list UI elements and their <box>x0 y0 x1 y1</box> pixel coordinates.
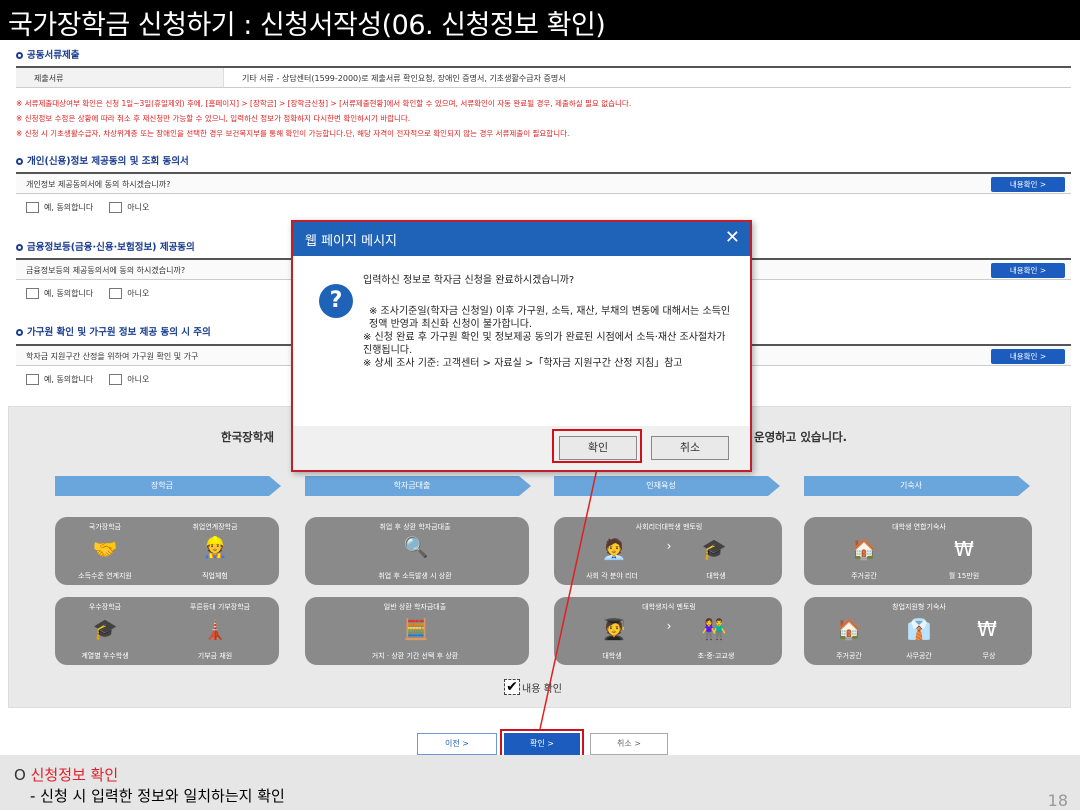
close-icon[interactable]: ✕ <box>725 227 740 248</box>
dialog-cancel-button[interactable]: 취소 <box>651 436 729 460</box>
footer-line-2: - 신청 시 입력한 정보와 일치하는지 확인 <box>30 785 285 806</box>
circle-marker: O <box>14 766 26 784</box>
question-icon: ? <box>319 284 353 318</box>
dialog-titlebar: 웹 페이지 메시지 ✕ <box>293 222 750 256</box>
dialog-note-3: ※ 상세 조사 기준: 고객센터 > 자료실 >「학자금 지원구간 산정 지침」… <box>363 357 733 370</box>
dialog-body: 입력하신 정보로 학자금 신청을 완료하시겠습니까? ※ 조사기준일(학자금 신… <box>363 274 733 370</box>
highlight-dialog-ok <box>552 429 642 463</box>
page-number: 18 <box>1048 791 1068 810</box>
dialog-question: 입력하신 정보로 학자금 신청을 완료하시겠습니까? <box>363 274 733 287</box>
dialog-note-2: ※ 신청 완료 후 가구원 확인 및 정보제공 동의가 완료된 시점에서 소득·… <box>363 331 733 357</box>
footer: O 신청정보 확인 - 신청 시 입력한 정보와 일치하는지 확인 18 <box>0 755 1080 810</box>
dialog-note-1: ※ 조사기준일(학자금 신청일) 이후 가구원, 소득, 재산, 부채의 변동에… <box>363 305 733 331</box>
footer-heading: 신청정보 확인 <box>31 766 119 784</box>
dialog-title: 웹 페이지 메시지 <box>305 234 397 249</box>
web-page-message-dialog: 웹 페이지 메시지 ✕ ? 입력하신 정보로 학자금 신청을 완료하시겠습니까?… <box>291 220 752 472</box>
footer-line-1: O 신청정보 확인 <box>14 764 118 785</box>
dialog-footer: 확인 취소 <box>293 426 750 470</box>
